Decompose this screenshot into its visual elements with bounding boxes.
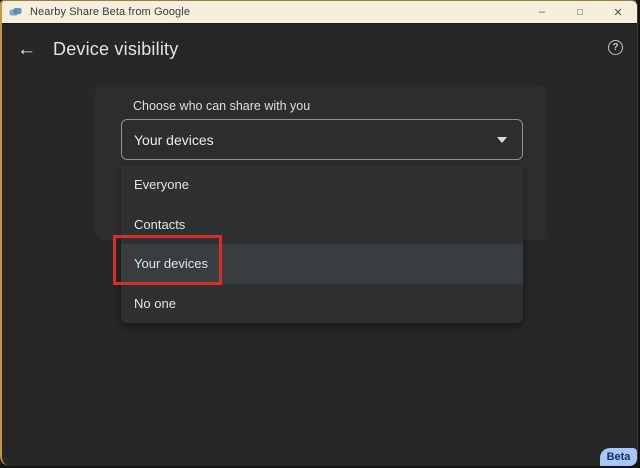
menu-item-no-one[interactable]: No one: [121, 284, 523, 324]
menu-item-label: Contacts: [134, 216, 186, 232]
window-title: Nearby Share Beta from Google: [30, 6, 191, 18]
content-area: ← Device visibility ? Choose who can sha…: [2, 24, 637, 466]
menu-item-everyone[interactable]: Everyone: [121, 165, 523, 205]
titlebar[interactable]: Nearby Share Beta from Google – □ ✕: [2, 1, 637, 24]
app-header: ← Device visibility ?: [2, 24, 637, 74]
visibility-select[interactable]: Your devices: [121, 119, 523, 160]
menu-item-contacts[interactable]: Contacts: [121, 205, 523, 245]
minimize-button[interactable]: –: [523, 1, 561, 23]
menu-item-label: Everyone: [134, 177, 189, 193]
beta-badge: Beta: [600, 448, 637, 466]
menu-item-label: No one: [134, 295, 176, 311]
visibility-dropdown-menu: Everyone Contacts Your devices No one: [121, 165, 523, 323]
nearby-share-app-icon: [9, 6, 23, 18]
page-title: Device visibility: [53, 38, 179, 59]
window-controls: – □ ✕: [523, 1, 637, 23]
app-window: Nearby Share Beta from Google – □ ✕ ← De…: [0, 0, 638, 466]
back-arrow-icon[interactable]: ←: [17, 40, 36, 59]
chevron-down-icon: [497, 137, 507, 143]
help-icon[interactable]: ?: [608, 40, 623, 55]
menu-item-your-devices[interactable]: Your devices: [121, 244, 523, 284]
field-label: Choose who can share with you: [133, 99, 311, 113]
menu-item-label: Your devices: [134, 256, 208, 272]
maximize-button[interactable]: □: [561, 1, 599, 23]
select-value: Your devices: [134, 131, 214, 148]
close-button[interactable]: ✕: [599, 1, 637, 23]
